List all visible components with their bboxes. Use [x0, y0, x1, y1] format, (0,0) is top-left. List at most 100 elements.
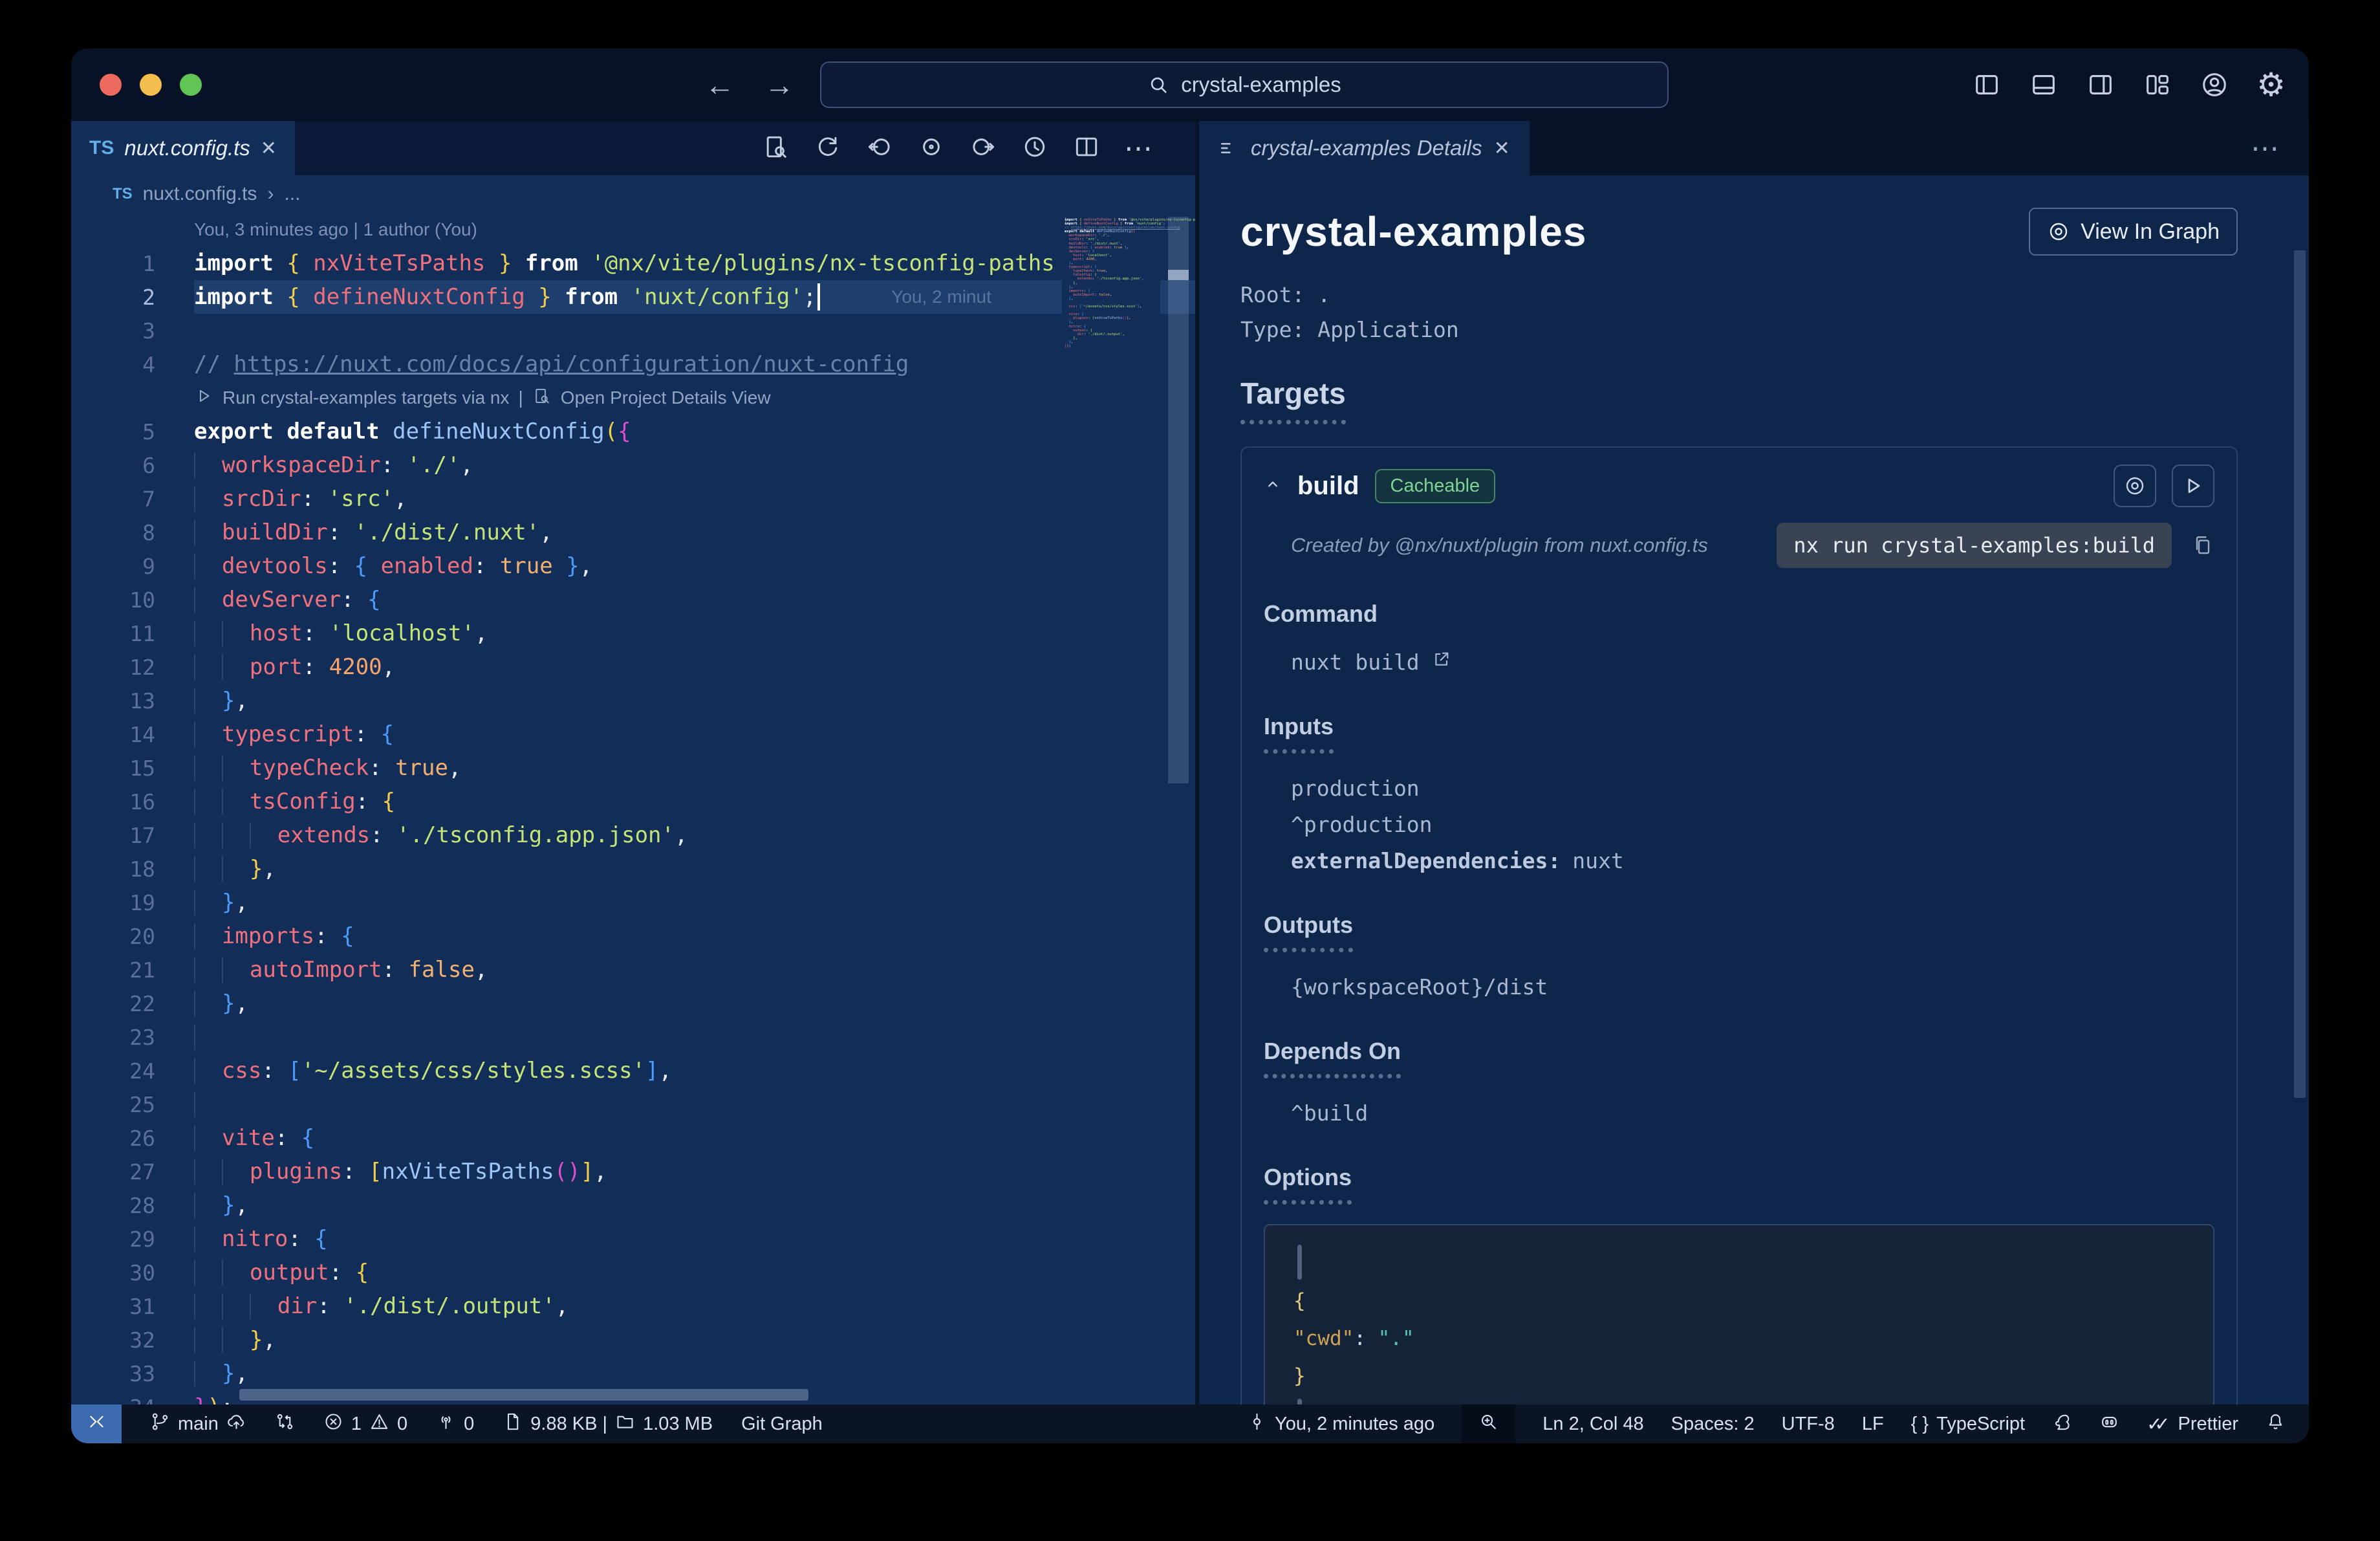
line-content: }, — [194, 987, 1195, 1020]
close-tab-icon[interactable]: ✕ — [261, 137, 277, 160]
line-content: autoImport: false, — [194, 953, 1195, 987]
editor-pane: TS nuxt.config.ts ✕ ⋯ TS nuxt.config.ts … — [71, 121, 1195, 1404]
code-line: 25 — [71, 1087, 1195, 1121]
blame-row: You, 3 minutes ago | 1 author (You) — [71, 213, 1195, 246]
code-line: 4 // https://nuxt.com/docs/api/configurat… — [71, 347, 1195, 381]
minimize-window-button[interactable] — [140, 74, 162, 96]
copy-icon[interactable] — [2191, 534, 2214, 557]
history-icon[interactable] — [1021, 133, 1049, 164]
nx-run-command-chip[interactable]: nx run crystal-examples:build — [1777, 523, 2172, 568]
editor-horizontal-scrollbar[interactable] — [239, 1389, 808, 1401]
line-number: 33 — [129, 1361, 155, 1386]
code-line: 14 typescript: { — [71, 717, 1195, 751]
line-content: output: { — [194, 1256, 1195, 1289]
blame-content: You, 3 minutes ago | 1 author (You) — [194, 219, 477, 239]
status-git-branch[interactable]: main — [150, 1404, 246, 1443]
view-in-graph-button[interactable]: View In Graph — [2029, 208, 2238, 256]
compare-previous-icon[interactable] — [865, 133, 894, 164]
code-line: 5 export default defineNuxtConfig({ — [71, 415, 1195, 448]
status-remote-indicator[interactable] — [71, 1404, 122, 1443]
status-language-mode[interactable]: { } TypeScript — [1911, 1404, 2025, 1443]
toggle-primary-sidebar-icon[interactable] — [1972, 70, 2002, 100]
settings-gear-icon[interactable]: ⚙ — [2256, 69, 2286, 101]
status-file-size[interactable]: 9.88 KB | 1.03 MB — [503, 1404, 713, 1443]
panel-scrollbar[interactable] — [2294, 250, 2306, 1098]
customize-layout-icon[interactable] — [2143, 70, 2172, 100]
line-content: }, — [194, 1323, 1195, 1357]
editor-vertical-scrollbar[interactable] — [1168, 217, 1189, 783]
status-encoding[interactable]: UTF-8 — [1782, 1404, 1835, 1443]
page-search-icon[interactable] — [532, 386, 552, 410]
accounts-icon[interactable] — [2200, 70, 2229, 100]
status-problems[interactable]: 10 — [323, 1404, 407, 1443]
breadcrumb[interactable]: TS nuxt.config.ts › ... — [71, 175, 1195, 213]
line-content: extends: './tsconfig.app.json', — [194, 818, 1195, 852]
toggle-panel-icon[interactable] — [2029, 70, 2059, 100]
status-copilot-status[interactable] — [2099, 1404, 2119, 1443]
code-line: 22 }, — [71, 987, 1195, 1020]
more-actions-icon[interactable]: ⋯ — [2251, 121, 2309, 175]
target-name[interactable]: build — [1297, 472, 1359, 501]
options-json-block[interactable]: { "cwd": "."} — [1264, 1224, 2214, 1404]
status-squirrel-status[interactable] — [2052, 1404, 2072, 1443]
status-git-compare[interactable] — [275, 1404, 295, 1443]
more-actions-icon[interactable]: ⋯ — [1124, 132, 1154, 165]
line-number: 17 — [129, 822, 155, 848]
status-zoom-indicator[interactable] — [1462, 1404, 1516, 1443]
code-line: 6 workspaceDir: './', — [71, 448, 1195, 482]
status-eol[interactable]: LF — [1862, 1404, 1884, 1443]
compare-current-icon[interactable] — [917, 133, 946, 164]
codelens-run-link[interactable]: Run crystal-examples targets via nx — [222, 388, 510, 408]
status-ports[interactable]: 0 — [436, 1404, 474, 1443]
maximize-window-button[interactable] — [180, 74, 202, 96]
status-notifications[interactable] — [2266, 1404, 2286, 1443]
codelens-open-details-link[interactable]: Open Project Details View — [561, 388, 771, 408]
warning-icon — [369, 1412, 389, 1437]
close-tab-icon[interactable]: ✕ — [1494, 137, 1510, 160]
command-center-search[interactable]: crystal-examples — [820, 61, 1669, 108]
compare-next-icon[interactable] — [969, 133, 997, 164]
line-content: plugins: [nxViteTsPaths()], — [194, 1155, 1195, 1188]
status-cursor-position[interactable]: Ln 2, Col 48 — [1542, 1404, 1643, 1443]
open-changes-icon[interactable] — [762, 133, 790, 164]
window-controls — [100, 49, 202, 121]
line-number: 25 — [129, 1091, 155, 1117]
split-editor-icon[interactable] — [1072, 133, 1101, 164]
refresh-icon[interactable] — [814, 133, 842, 164]
view-target-in-graph-button[interactable] — [2114, 464, 2156, 507]
close-window-button[interactable] — [100, 74, 122, 96]
navigate-forward-icon[interactable]: → — [764, 67, 794, 102]
line-content: }, — [194, 1357, 1195, 1390]
code-line: 28 }, — [71, 1188, 1195, 1222]
status-indentation[interactable]: Spaces: 2 — [1671, 1404, 1755, 1443]
status-git-graph[interactable]: Git Graph — [741, 1404, 823, 1443]
section-heading: Outputs — [1264, 912, 1353, 952]
run-target-button[interactable] — [2172, 464, 2214, 507]
typescript-file-icon: TS — [89, 137, 114, 158]
cacheable-badge: Cacheable — [1374, 468, 1496, 503]
status-prettier-status[interactable]: ✓✓ Prettier — [2147, 1404, 2238, 1443]
tab-project-details[interactable]: crystal-examples Details ✕ — [1199, 121, 1530, 175]
tab-nuxt-config[interactable]: TS nuxt.config.ts ✕ — [71, 121, 295, 175]
external-link-icon[interactable] — [1431, 644, 1452, 681]
toggle-secondary-sidebar-icon[interactable] — [2086, 70, 2115, 100]
code-line: 27 plugins: [nxViteTsPaths()], — [71, 1155, 1195, 1188]
breadcrumb-file[interactable]: nuxt.config.ts — [143, 183, 257, 205]
code-editor[interactable]: You, 3 minutes ago | 1 author (You) 1 impo… — [71, 213, 1195, 1404]
navigate-back-icon[interactable]: ← — [705, 67, 735, 102]
collapse-chevron-icon[interactable] — [1264, 475, 1282, 497]
section-item: ^build — [1291, 1100, 1368, 1126]
status-blame-status[interactable]: You, 2 minutes ago — [1247, 1404, 1434, 1443]
breadcrumb-more[interactable]: ... — [284, 183, 300, 205]
code-line: 7 srcDir: 'src', — [71, 482, 1195, 516]
minimap[interactable]: import { nxViteTsPaths } from '@nx/vite/… — [1062, 217, 1195, 353]
code-line: 23 — [71, 1020, 1195, 1054]
line-content: dir: './dist/.output', — [194, 1289, 1195, 1323]
line-content: }, — [194, 886, 1195, 919]
section-heading: Options — [1264, 1164, 1352, 1205]
target-meta: Created by @nx/nuxt/plugin from nuxt.con… — [1291, 534, 1708, 556]
line-number: 2 — [142, 284, 155, 310]
play-outline-icon[interactable] — [194, 386, 213, 410]
tab-label: nuxt.config.ts — [124, 136, 250, 160]
typescript-file-icon: TS — [113, 185, 133, 202]
